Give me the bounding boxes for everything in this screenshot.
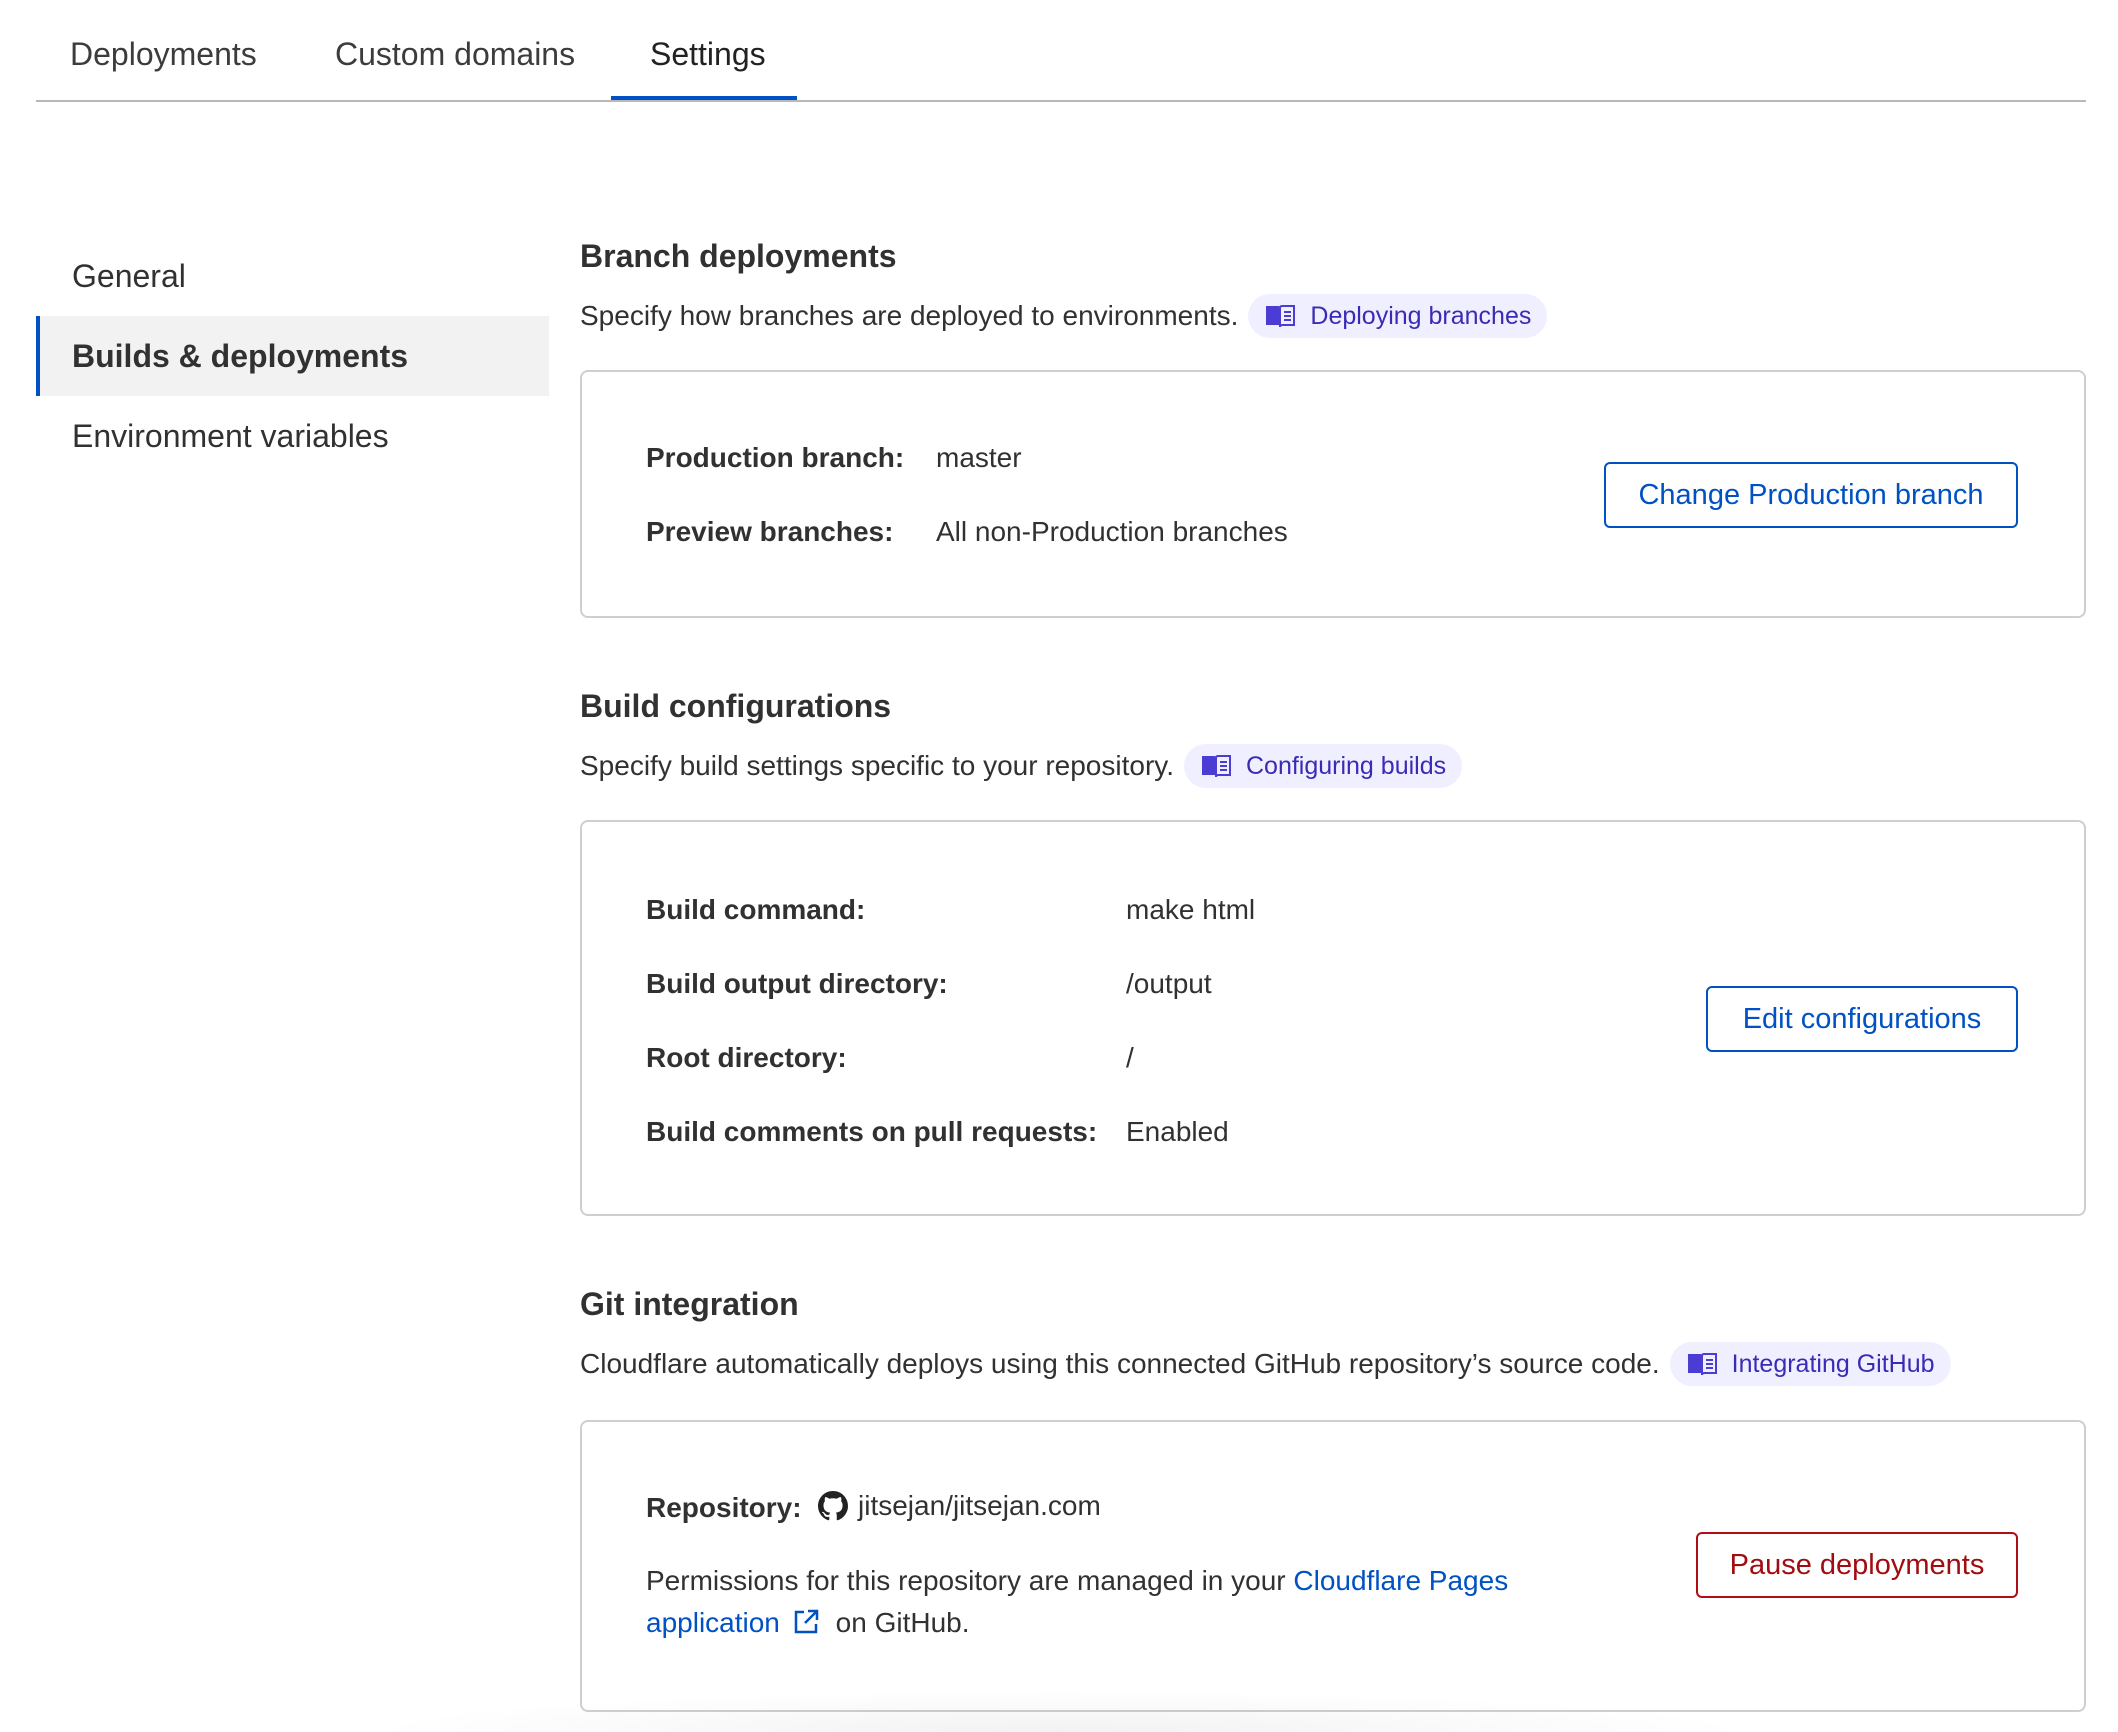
tab-custom-domains[interactable]: Custom domains	[335, 34, 575, 74]
integrating-github-label: Integrating GitHub	[1731, 1349, 1935, 1378]
permissions-suffix: on GitHub.	[827, 1607, 970, 1638]
branch-deployments-description: Specify how branches are deployed to env…	[580, 294, 1548, 338]
git-integration-title: Git integration	[580, 1286, 799, 1322]
build-output-directory-value: /output	[1126, 968, 1212, 999]
book-icon	[1201, 755, 1231, 778]
build-configurations-title: Build configurations	[580, 688, 892, 724]
build-command-label: Build command:	[646, 894, 866, 925]
preview-branches-label: Preview branches:	[646, 516, 894, 547]
git-integration-card: Repository: jitsejan/jitsejan.com Permis…	[580, 1420, 2086, 1712]
configuring-builds-label: Configuring builds	[1245, 751, 1447, 780]
active-tab-indicator	[611, 96, 797, 100]
git-integration-description-text: Cloudflare automatically deploys using t…	[580, 1348, 1660, 1379]
tab-bar: Deployments Custom domains Settings	[36, 0, 2086, 102]
permissions-prefix: Permissions for this repository are mana…	[646, 1565, 1294, 1596]
build-configurations-card: Build command: make html Build output di…	[580, 820, 2086, 1216]
external-link-icon[interactable]	[792, 1606, 820, 1648]
build-command-value: make html	[1126, 894, 1256, 925]
branch-deployments-card: Production branch: master Preview branch…	[580, 370, 2086, 618]
book-icon	[1687, 1353, 1717, 1376]
change-production-branch-button[interactable]: Change Production branch	[1604, 462, 2018, 528]
sidebar-item-environment-variables[interactable]: Environment variables	[36, 396, 549, 476]
build-comments-value: Enabled	[1126, 1116, 1229, 1147]
build-configurations-description: Specify build settings specific to your …	[580, 744, 1463, 788]
page: Deployments Custom domains Settings Gene…	[0, 0, 2118, 1732]
branch-deployments-description-text: Specify how branches are deployed to env…	[580, 300, 1239, 331]
github-icon	[818, 1491, 848, 1521]
configuring-builds-doc-link[interactable]: Configuring builds	[1183, 744, 1463, 788]
repository-value: jitsejan/jitsejan.com	[818, 1490, 1101, 1522]
sidebar-item-builds-deployments[interactable]: Builds & deployments	[36, 316, 549, 396]
bottom-shadow	[360, 1690, 1760, 1732]
build-output-directory-label: Build output directory:	[646, 968, 948, 999]
sidebar-item-general[interactable]: General	[36, 236, 549, 316]
build-configurations-description-text: Specify build settings specific to your …	[580, 750, 1174, 781]
preview-branches-value: All non-Production branches	[936, 516, 1288, 547]
git-integration-description: Cloudflare automatically deploys using t…	[580, 1342, 1951, 1386]
edit-configurations-button[interactable]: Edit configurations	[1706, 986, 2018, 1052]
root-directory-label: Root directory:	[646, 1042, 847, 1073]
tab-settings[interactable]: Settings	[650, 34, 766, 74]
book-icon	[1266, 305, 1296, 328]
tab-deployments[interactable]: Deployments	[70, 34, 257, 74]
pause-deployments-button[interactable]: Pause deployments	[1696, 1532, 2018, 1598]
production-branch-label: Production branch:	[646, 442, 905, 473]
deploying-branches-doc-link[interactable]: Deploying branches	[1248, 294, 1548, 338]
branch-deployments-title: Branch deployments	[580, 238, 897, 274]
permissions-text: Permissions for this repository are mana…	[646, 1560, 1566, 1648]
deploying-branches-label: Deploying branches	[1310, 301, 1532, 330]
build-comments-label: Build comments on pull requests:	[646, 1116, 1098, 1147]
production-branch-value: master	[936, 442, 1022, 473]
root-directory-value: /	[1126, 1042, 1134, 1073]
repository-name: jitsejan/jitsejan.com	[858, 1490, 1101, 1521]
repository-label: Repository:	[646, 1492, 802, 1523]
integrating-github-doc-link[interactable]: Integrating GitHub	[1669, 1342, 1951, 1386]
